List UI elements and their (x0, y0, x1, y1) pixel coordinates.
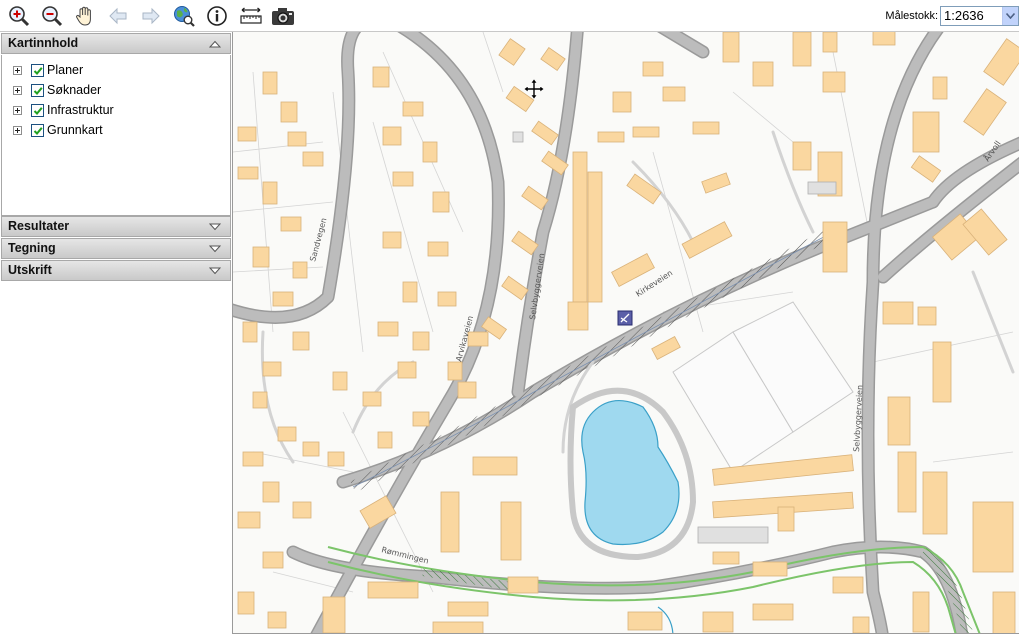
layer-item[interactable]: Planer (13, 62, 83, 78)
panel-header-resultater[interactable]: Resultater (1, 216, 231, 237)
zoom-out-icon[interactable] (40, 4, 64, 28)
panel-title: Kartinnhold (8, 36, 79, 50)
layer-checkbox[interactable] (31, 103, 44, 117)
layer-item[interactable]: Søknader (13, 82, 101, 98)
layer-label: Planer (47, 63, 84, 77)
panel-header-utskrift[interactable]: Utskrift (1, 260, 231, 281)
scale-select[interactable]: 1:2636 (940, 6, 1019, 26)
train-station-icon[interactable] (617, 310, 633, 326)
zoom-in-icon[interactable] (7, 4, 31, 28)
panel-header-tegning[interactable]: Tegning (1, 238, 231, 259)
scale-value: 1:2636 (944, 8, 984, 23)
scale-label: Målestokk: (885, 10, 938, 22)
panel-title: Resultater (8, 219, 70, 233)
forward-arrow-icon[interactable] (139, 4, 163, 28)
expand-icon[interactable] (13, 125, 22, 135)
layer-label: Infrastruktur (47, 103, 114, 117)
expand-panel-icon[interactable] (209, 245, 221, 253)
layer-label: Søknader (47, 83, 102, 97)
street-label: Rømmingen (381, 545, 430, 565)
measure-icon[interactable] (238, 4, 264, 28)
scale-control: Målestokk: 1:2636 (885, 6, 1019, 26)
layer-item[interactable]: Grunnkart (13, 122, 103, 138)
layer-item[interactable]: Infrastruktur (13, 102, 114, 118)
map-view[interactable]: Sandvegen Arvikaveien Selvbyggerveien Ki… (232, 32, 1019, 634)
collapse-icon[interactable] (209, 40, 221, 48)
expand-icon[interactable] (13, 65, 22, 75)
layer-checkbox[interactable] (31, 63, 44, 77)
info-icon[interactable] (205, 4, 229, 28)
camera-icon[interactable] (270, 4, 296, 28)
expand-icon[interactable] (13, 105, 22, 115)
water-pond (581, 400, 680, 546)
pan-hand-icon[interactable] (73, 4, 97, 28)
sidebar: Kartinnhold Planer Søknader Infrastruktu… (0, 32, 232, 634)
layer-checkbox[interactable] (31, 123, 44, 137)
panel-header-kartinnhold[interactable]: Kartinnhold (1, 33, 231, 54)
panel-title: Tegning (8, 241, 56, 255)
chevron-down-icon[interactable] (1002, 7, 1018, 25)
layer-checkbox[interactable] (31, 83, 44, 97)
panel-title: Utskrift (8, 263, 52, 277)
expand-panel-icon[interactable] (209, 267, 221, 275)
toolbar: Målestokk: 1:2636 (0, 0, 1019, 32)
expand-panel-icon[interactable] (209, 223, 221, 231)
globe-search-icon[interactable] (172, 4, 196, 28)
expand-icon[interactable] (13, 85, 22, 95)
sports-fields (672, 301, 854, 473)
layer-tree: Planer Søknader Infrastruktur Grunnkart (1, 55, 231, 216)
layer-label: Grunnkart (47, 123, 103, 137)
street-label: Sandvegen (308, 217, 328, 263)
map-canvas[interactable]: Sandvegen Arvikaveien Selvbyggerveien Ki… (233, 32, 1019, 634)
back-arrow-icon[interactable] (106, 4, 130, 28)
